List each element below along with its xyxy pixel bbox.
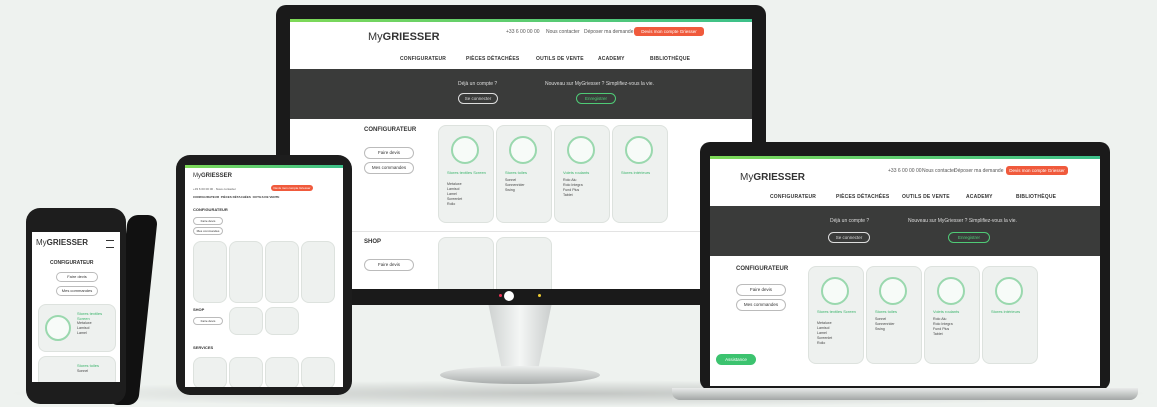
product-card[interactable]: Stores toiles Sonnel Sonnenrider Swing [866,266,922,364]
divider [290,231,752,232]
shop-button[interactable]: Faire devis [364,259,414,271]
product-card[interactable]: Stores toiles Sonnel Sonnenrider Swing [496,125,552,223]
orders-button[interactable]: Mes commandes [736,299,786,311]
laptop: MyGRIESSER +33 6 00 00 00 Nous contacter… [700,142,1110,390]
service-card[interactable] [265,357,299,387]
interior-blind-icon [625,136,653,164]
shop-card[interactable] [229,307,263,335]
shutter-icon [567,136,595,164]
login-button[interactable]: Se connecter [458,93,498,104]
shop-card[interactable] [496,237,552,289]
shop-button[interactable]: Faire devis [193,317,223,325]
menu-bibliotheque[interactable]: BIBLIOTHÈQUE [1016,194,1056,200]
account-cta-button[interactable]: Devis mon compte Griesser [271,185,313,191]
login-button[interactable]: Se connecter [828,232,870,243]
logo[interactable]: MyGRIESSER [740,172,805,183]
services-title: SERVICES [193,345,214,350]
account-question: Déjà un compte ? [830,218,870,224]
service-card[interactable] [193,357,227,387]
orders-button[interactable]: Mes commandes [56,286,98,296]
product-card[interactable]: Stores toiles Sonnel [38,356,116,382]
blind-icon [451,136,479,164]
tablet: MyGRIESSER +33 6 00 00 00 · Nous contact… [176,155,352,395]
new-quote-button[interactable]: Faire devis [364,147,414,159]
utility-pro[interactable]: Déposer ma demande [584,29,633,35]
orders-button[interactable]: Mes commandes [193,227,223,235]
login-band: Déjà un compte ? Se connecter Nouveau su… [290,69,752,119]
product-card[interactable]: Stores textiles Screen Metaluxe Lamisol La… [38,304,116,352]
utility-phone[interactable]: +33 6 00 00 00 [888,168,922,174]
product-card[interactable]: Stores intérieurs [612,125,668,223]
menu-academy[interactable]: ACADEMY [598,56,625,62]
account-cta-button[interactable]: Devis mon compte Griesser [1006,166,1068,175]
configurator-title: CONFIGURATEUR [50,260,94,266]
shop-card[interactable] [265,307,299,335]
logo[interactable]: MyGRIESSER [193,173,232,179]
menu-icon[interactable] [106,240,114,248]
awning-icon [879,277,907,305]
logo[interactable]: MyGRIESSER [368,31,440,43]
shop-card[interactable] [438,237,494,289]
blind-icon [821,277,849,305]
utility-pro[interactable]: Déposer ma demande [954,168,1003,174]
utility-contact[interactable]: Nous contacter [922,168,956,174]
new-user-text: Nouveau sur MyGriesser ? Simplifiez-vous… [908,218,1017,224]
menu-outils[interactable]: OUTILS DE VENTE [536,56,584,62]
laptop-screen: MyGRIESSER +33 6 00 00 00 Nous contacter… [710,156,1100,386]
product-card[interactable]: Volets roulants Rolo Alu Rolo Integra Fund… [924,266,980,364]
product-card[interactable] [265,241,299,303]
product-card[interactable]: Stores textiles Screen Metaluxe Lamisol La… [438,125,494,223]
power-led [504,291,514,301]
tablet-utility-row: +33 6 00 00 00 · Nous contacter [193,187,236,191]
awning-icon [509,136,537,164]
tablet-screen: MyGRIESSER +33 6 00 00 00 · Nous contact… [185,165,343,387]
product-card[interactable]: Stores intérieurs [982,266,1038,364]
led-dot [538,294,541,297]
product-card[interactable] [301,241,335,303]
menu-pieces[interactable]: PIÈCES DÉTACHÉES [836,194,889,200]
tablet-menu: CONFIGURATEUR PIÈCES DÉTACHÉES OUTILS DE… [193,195,280,199]
new-quote-button[interactable]: Faire devis [56,272,98,282]
monitor-stand [488,305,552,370]
product-card[interactable]: Stores textiles Screen Metaluxe Lamisol La… [808,266,864,364]
utility-contact[interactable]: Nous contacter [546,29,580,35]
register-button[interactable]: Enregistrer [948,232,990,243]
menu-academy[interactable]: ACADEMY [966,194,993,200]
configurator-title: CONFIGURATEUR [364,127,417,133]
shutter-icon [937,277,965,305]
account-question: Déjà un compte ? [458,81,498,87]
logo[interactable]: MyGRIESSER [36,238,88,247]
monitor-screen: MyGRIESSER +33 6 00 00 00 Nous contacter… [290,19,752,289]
product-card[interactable]: Volets roulants Rolo Alu Rolo Integra Fund… [554,125,610,223]
service-card[interactable] [301,357,335,387]
new-quote-button[interactable]: Faire devis [736,284,786,296]
login-band: Déjà un compte ? Se connecter Nouveau su… [710,206,1100,256]
service-card[interactable] [229,357,263,387]
shop-title: SHOP [193,307,205,312]
account-cta-button[interactable]: Devis mon compte Griesser [634,27,704,36]
new-quote-button[interactable]: Faire devis [193,217,223,225]
menu-configurateur[interactable]: CONFIGURATEUR [770,194,816,200]
orders-button[interactable]: Mes commandes [364,162,414,174]
assistance-button[interactable]: Assistance [716,354,756,365]
menu-outils[interactable]: OUTILS DE VENTE [902,194,950,200]
phone-screen: MyGRIESSER CONFIGURATEUR Faire devis Mes… [32,232,120,382]
led-dot [499,294,502,297]
configurator-title: CONFIGURATEUR [193,207,228,212]
product-card[interactable] [193,241,227,303]
shop-title: SHOP [364,239,382,245]
menu-bibliotheque[interactable]: BIBLIOTHÈQUE [650,56,690,62]
utility-phone[interactable]: +33 6 00 00 00 [506,29,540,35]
new-user-text: Nouveau sur MyGriesser ? Simplifiez-vous… [545,81,654,87]
menu-configurateur[interactable]: CONFIGURATEUR [400,56,446,62]
interior-blind-icon [995,277,1023,305]
blind-icon [45,315,71,341]
register-button[interactable]: Enregistrer [576,93,616,104]
configurator-title: CONFIGURATEUR [736,266,789,272]
phone: MyGRIESSER CONFIGURATEUR Faire devis Mes… [26,208,126,404]
laptop-base [672,388,1138,400]
product-card[interactable] [229,241,263,303]
monitor-base [440,366,600,384]
menu-pieces[interactable]: PIÈCES DÉTACHÉES [466,56,519,62]
